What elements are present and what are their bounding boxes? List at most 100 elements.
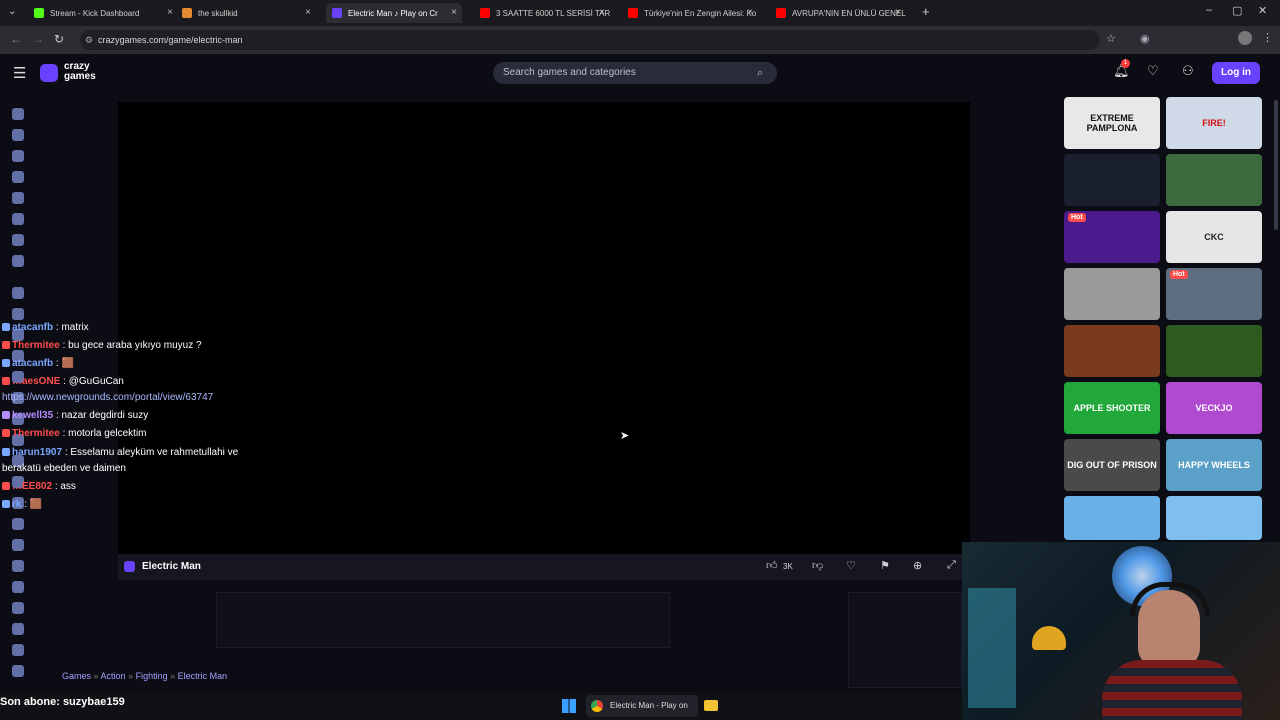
chat-message: berakatü ebeden ve daimen (2, 463, 126, 474)
game-thumbnail[interactable] (1064, 496, 1160, 540)
favorite-heart-icon[interactable]: ♡ (846, 559, 856, 572)
chat-text: : @GuGuCan (63, 376, 124, 387)
tab-close-icon[interactable]: × (305, 7, 311, 18)
tab-close-icon[interactable]: × (599, 7, 605, 18)
game-thumbnail[interactable]: DIG OUT OF PRISON (1064, 439, 1160, 491)
home-icon[interactable] (12, 108, 24, 120)
taskbar-app-label: Electric Man - Play on (610, 701, 688, 710)
like-count: 3K (783, 562, 793, 571)
io-icon[interactable] (12, 623, 24, 635)
browser-tab[interactable]: AVRUPA'NIN EN ÜNLÜ GENELE × (770, 3, 906, 23)
search-icon[interactable]: ⌕ (757, 62, 763, 84)
adventure-icon[interactable] (12, 308, 24, 320)
tab-close-icon[interactable]: × (451, 7, 457, 18)
originals-icon[interactable] (12, 213, 24, 225)
game-thumbnail[interactable]: CKC (1166, 211, 1262, 263)
driving-icon[interactable] (12, 518, 24, 530)
search-input[interactable]: Search games and categories ⌕ (493, 62, 777, 84)
browser-tab[interactable]: Stream - Kick Dashboard × (28, 3, 178, 23)
game-thumbnail[interactable]: APPLE SHOOTER (1064, 382, 1160, 434)
tab-favicon-icon (182, 8, 192, 18)
game-thumbnail[interactable]: EXTREME PAMPLONA (1064, 97, 1160, 149)
file-explorer-icon[interactable] (704, 700, 718, 711)
taskbar: Electric Man - Play on (0, 692, 962, 720)
chat-badge-icon (2, 482, 10, 490)
report-flag-icon[interactable]: ⚑ (880, 559, 890, 572)
game-thumbnail[interactable] (1064, 268, 1160, 320)
windows-start-icon[interactable] (562, 699, 576, 713)
like-icon[interactable]: 👍︎ (766, 559, 778, 572)
action-icon[interactable] (12, 287, 24, 299)
theater-mode-icon[interactable]: ⊕ (913, 559, 922, 572)
game-thumbnail[interactable]: HAPPY WHEELS (1166, 439, 1262, 491)
updated-icon[interactable] (12, 192, 24, 204)
game-thumbnail[interactable]: Hot (1166, 268, 1262, 320)
friends-icon[interactable]: ⚇ (1182, 63, 1194, 79)
hamburger-menu-icon[interactable]: ☰ (13, 64, 26, 82)
maximize-icon[interactable]: ▢ (1232, 4, 1242, 17)
dislike-icon[interactable]: 👎︎ (812, 559, 823, 572)
browser-tab[interactable]: the skullkid × (176, 3, 316, 23)
address-bar[interactable]: ⚙ crazygames.com/game/electric-man (80, 30, 1100, 50)
breadcrumb: Games » Action » Fighting » Electric Man (62, 671, 228, 681)
horror-icon[interactable] (12, 602, 24, 614)
game-thumbnail[interactable] (1166, 154, 1262, 206)
new-icon[interactable] (12, 150, 24, 162)
minimize-icon[interactable]: – (1206, 4, 1212, 16)
trending-icon[interactable] (12, 171, 24, 183)
reload-icon[interactable]: ↻ (54, 32, 64, 46)
escape-icon[interactable] (12, 539, 24, 551)
breadcrumb-current: Electric Man (177, 671, 228, 681)
game-thumbnail[interactable] (1064, 325, 1160, 377)
breadcrumb-games[interactable]: Games (62, 671, 91, 681)
notification-count-badge: 1 (1121, 59, 1130, 68)
game-thumbnail[interactable] (1166, 325, 1262, 377)
close-window-icon[interactable]: ✕ (1258, 4, 1267, 17)
mahjong-icon[interactable] (12, 644, 24, 656)
game-thumbnail[interactable] (1166, 496, 1262, 540)
browser-tab[interactable]: 3 SAATTE 6000 TL SERİSİ TARSİ × (474, 3, 610, 23)
site-info-icon[interactable]: ⚙ (85, 30, 93, 50)
tab-close-icon[interactable]: × (167, 7, 173, 18)
game-canvas[interactable] (118, 102, 970, 554)
fullscreen-icon[interactable]: ⤢ (947, 559, 956, 572)
taskbar-chrome-app[interactable]: Electric Man - Play on (586, 695, 698, 717)
tab-favicon-icon (628, 8, 638, 18)
multiplayer-icon[interactable] (12, 234, 24, 246)
chat-message: harun1907 : Esselamu aleyküm ve rahmetul… (2, 447, 238, 458)
tab-search-icon[interactable]: ⌄ (8, 6, 16, 17)
scrollbar[interactable] (1274, 100, 1278, 230)
game-logo-icon (124, 561, 135, 572)
chat-username: atacanfb (12, 358, 54, 369)
game-thumbnail[interactable]: FIRE! (1166, 97, 1262, 149)
chat-badge-icon (2, 359, 10, 367)
crazygames-logo[interactable]: crazy games (40, 62, 110, 86)
monitor-glow (968, 588, 1016, 708)
bookmark-star-icon[interactable]: ☆ (1106, 32, 1116, 45)
forward-icon[interactable]: → (32, 32, 44, 46)
game-thumbnail[interactable]: Hot (1064, 211, 1160, 263)
extension-icon[interactable]: ◉ (1140, 32, 1150, 45)
chat-username: Thermitee (12, 340, 60, 351)
back-icon[interactable]: ← (10, 32, 22, 46)
game-thumbnail[interactable] (1064, 154, 1160, 206)
menu-dots-icon[interactable]: ⋮ (1262, 31, 1273, 44)
tab-close-icon[interactable]: × (747, 7, 753, 18)
browser-tab[interactable]: Electric Man ♪ Play on Cr × (326, 3, 462, 23)
favorites-heart-icon[interactable]: ♡ (1147, 63, 1159, 79)
breadcrumb-fighting[interactable]: Fighting (136, 671, 168, 681)
login-button[interactable]: Log in (1212, 62, 1260, 84)
tab-close-icon[interactable]: × (895, 7, 901, 18)
two-player-icon[interactable] (12, 255, 24, 267)
game-thumbnail[interactable]: VECKJO (1166, 382, 1262, 434)
browser-tab[interactable]: Türkiye'nin En Zengin Ailesi: Ko × (622, 3, 758, 23)
mouse-cursor-icon: ➤ (620, 430, 630, 442)
recent-icon[interactable] (12, 129, 24, 141)
tab-label: Electric Man ♪ Play on Cr (348, 8, 438, 18)
profile-icon[interactable] (1238, 31, 1252, 45)
fps-icon[interactable] (12, 581, 24, 593)
new-tab-icon[interactable]: + (922, 4, 930, 19)
flash-icon[interactable] (12, 560, 24, 572)
breadcrumb-action[interactable]: Action (101, 671, 126, 681)
minecraft-icon[interactable] (12, 665, 24, 677)
